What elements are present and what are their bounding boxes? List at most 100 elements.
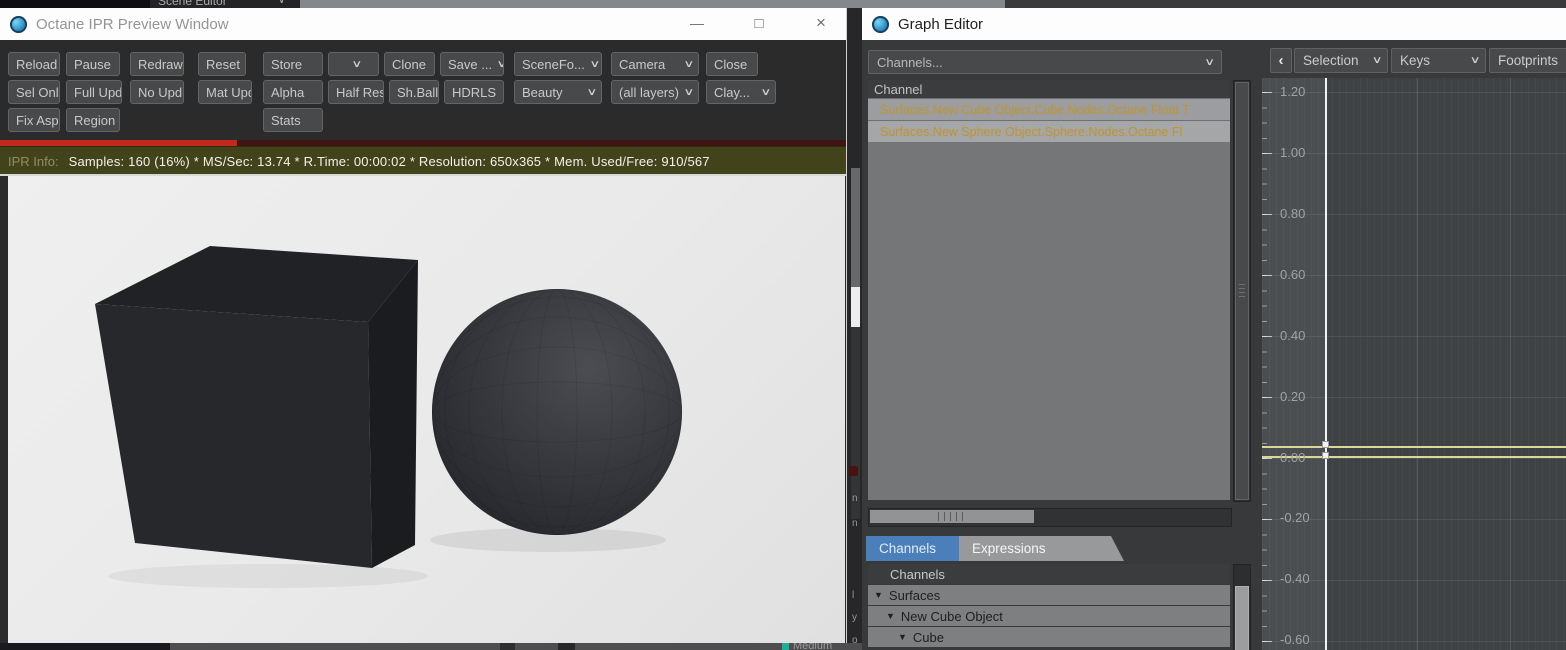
button-label: No Upd. xyxy=(138,84,184,100)
graph-editor-window: Graph Editor Channels... ∨ Channel Surfa… xyxy=(862,8,1566,650)
tree-scrollbar[interactable] xyxy=(1233,564,1251,650)
scene-editor-label[interactable]: Scene Editor xyxy=(158,0,227,8)
button-label: Sh.Ball xyxy=(397,84,439,100)
store-button[interactable]: Store xyxy=(263,52,323,76)
scrollbar-grip xyxy=(938,512,964,521)
curve-graph-area[interactable]: 1.20 1.00 0.80 0.60 0.40 0.20 0.00 -0.20… xyxy=(1262,78,1566,650)
current-frame-line[interactable] xyxy=(1325,78,1327,650)
chevron-down-icon: ∨ xyxy=(1469,55,1481,66)
minimize-icon[interactable]: — xyxy=(683,8,711,38)
scrollbar-thumb[interactable] xyxy=(870,510,1034,523)
chevron-down-icon: ∨ xyxy=(1371,55,1383,66)
channel-list-scrollbar[interactable] xyxy=(1233,80,1251,502)
chevron-down-icon: ∨ xyxy=(351,58,363,70)
octane-logo-icon xyxy=(872,15,889,33)
chevron-collapse-icon[interactable]: ▼ xyxy=(886,611,895,621)
button-label: Mat Upd xyxy=(206,84,252,100)
channel-row-sphere[interactable]: Surfaces.New Sphere Object.Sphere.Nodes.… xyxy=(868,120,1230,142)
tab-expressions[interactable]: Expressions xyxy=(959,536,1124,561)
clay-dropdown[interactable]: Clay... ∨ xyxy=(706,80,776,104)
button-label: Selection xyxy=(1303,53,1359,68)
cube-front-face xyxy=(95,304,372,568)
keyframe-marker[interactable] xyxy=(1322,452,1329,459)
button-label: Close xyxy=(714,56,748,72)
camera-dropdown[interactable]: Camera ∨ xyxy=(611,52,699,76)
half-res-button[interactable]: Half Res xyxy=(328,80,384,104)
ipr-info-label: IPR Info: xyxy=(8,153,59,169)
footprints-dropdown[interactable]: Footprints ∨ xyxy=(1489,48,1566,73)
graph-editor-titlebar[interactable]: Graph Editor xyxy=(862,8,1566,40)
maximize-icon[interactable]: □ xyxy=(745,8,773,38)
channel-row-cube[interactable]: Surfaces.New Cube Object.Cube.Nodes.Octa… xyxy=(868,98,1230,120)
shball-button[interactable]: Sh.Ball xyxy=(389,80,439,104)
alpha-button[interactable]: Alpha xyxy=(263,80,323,104)
vertical-gridline xyxy=(1417,78,1418,650)
render-preview-viewport[interactable] xyxy=(8,176,845,643)
region-button[interactable]: Region xyxy=(66,108,120,132)
selection-dropdown[interactable]: Selection ∨ xyxy=(1294,48,1388,73)
button-label: Footprints xyxy=(1498,53,1559,68)
y-tick-label: -0.60 xyxy=(1280,632,1310,647)
scrollbar-thumb[interactable] xyxy=(1235,82,1249,500)
scrollbar-grip xyxy=(1239,284,1245,298)
ruler-major-ticks xyxy=(1262,92,1272,650)
redraw-button[interactable]: Redraw xyxy=(130,52,184,76)
keys-dropdown[interactable]: Keys ∨ xyxy=(1391,48,1486,73)
clone-button[interactable]: Clone xyxy=(384,52,435,76)
layers-dropdown[interactable]: (all layers) ∨ xyxy=(611,80,699,104)
clipped-text: y xyxy=(852,612,857,623)
button-label: Fix Asp. xyxy=(16,112,60,128)
curve-cube-channel[interactable] xyxy=(1262,446,1566,448)
background-scrollbar-thumb[interactable] xyxy=(851,287,860,327)
sel-only-button[interactable]: Sel Only xyxy=(8,80,60,104)
y-tick-label: 1.20 xyxy=(1280,84,1306,99)
chevron-collapse-icon[interactable]: ▼ xyxy=(874,590,883,600)
y-tick-label: 1.00 xyxy=(1280,145,1306,160)
quality-indicator-icon xyxy=(782,643,789,650)
mat-upd-button[interactable]: Mat Upd xyxy=(198,80,252,104)
scrollbar-thumb[interactable] xyxy=(1235,586,1249,650)
full-upd-button[interactable]: Full Upd. xyxy=(66,80,122,104)
back-button[interactable]: ‹ xyxy=(1270,48,1292,73)
rendered-scene xyxy=(95,246,682,588)
stats-button[interactable]: Stats xyxy=(263,108,323,132)
hdrls-button[interactable]: HDRLS xyxy=(444,80,504,104)
ipr-info-text: Samples: 160 (16%) * MS/Sec: 13.74 * R.T… xyxy=(68,153,710,169)
chevron-down-icon: ∨ xyxy=(683,58,695,70)
channels-dropdown-value: Channels... xyxy=(877,54,943,70)
reload-button[interactable]: Reload xyxy=(8,52,60,76)
vertical-gridline xyxy=(1510,78,1511,650)
button-label: Clay... xyxy=(714,84,750,100)
button-label: Sel Only xyxy=(16,84,59,100)
button-label: Beauty xyxy=(522,84,563,100)
ipr-titlebar[interactable]: Octane IPR Preview Window — □ × xyxy=(0,8,846,40)
chevron-collapse-icon[interactable]: ▼ xyxy=(898,632,907,642)
reset-button[interactable]: Reset xyxy=(198,52,246,76)
channel-list: Channel Surfaces.New Cube Object.Cube.No… xyxy=(868,80,1230,500)
no-upd-button[interactable]: No Upd. xyxy=(130,80,184,104)
channel-list-header: Channel xyxy=(868,80,1230,98)
clipped-text: n xyxy=(852,493,858,504)
save-dropdown[interactable]: Save ...∨ xyxy=(440,52,504,76)
button-label: Reset xyxy=(206,56,240,72)
channel-list-hscrollbar[interactable] xyxy=(868,508,1232,527)
curve-sphere-channel[interactable] xyxy=(1262,456,1566,458)
sceneformat-dropdown[interactable]: SceneFo... ∨ xyxy=(514,52,602,76)
button-label: Pause xyxy=(74,56,111,72)
close-icon[interactable]: × xyxy=(807,8,835,38)
tree-row-new-cube-object[interactable]: ▼ New Cube Object xyxy=(868,606,1230,626)
chevron-down-icon: ∨ xyxy=(586,86,598,98)
chevron-down-icon: ∨ xyxy=(760,86,772,98)
keyframe-marker[interactable] xyxy=(1322,441,1329,448)
pause-button[interactable]: Pause xyxy=(66,52,120,76)
close-button[interactable]: Close xyxy=(706,52,758,76)
channels-dropdown[interactable]: Channels... ∨ xyxy=(868,50,1222,74)
beauty-dropdown[interactable]: Beauty ∨ xyxy=(514,80,602,104)
fix-asp-button[interactable]: Fix Asp. xyxy=(8,108,60,132)
button-label: SceneFo... xyxy=(522,56,585,72)
tree-row-surfaces[interactable]: ▼ Surfaces xyxy=(868,585,1230,605)
graph-editor-title: Graph Editor xyxy=(898,15,984,33)
clipped-text: n xyxy=(852,518,858,529)
tree-row-cube[interactable]: ▼ Cube xyxy=(868,627,1230,647)
store-dropdown-button[interactable]: ∨ xyxy=(328,52,379,76)
